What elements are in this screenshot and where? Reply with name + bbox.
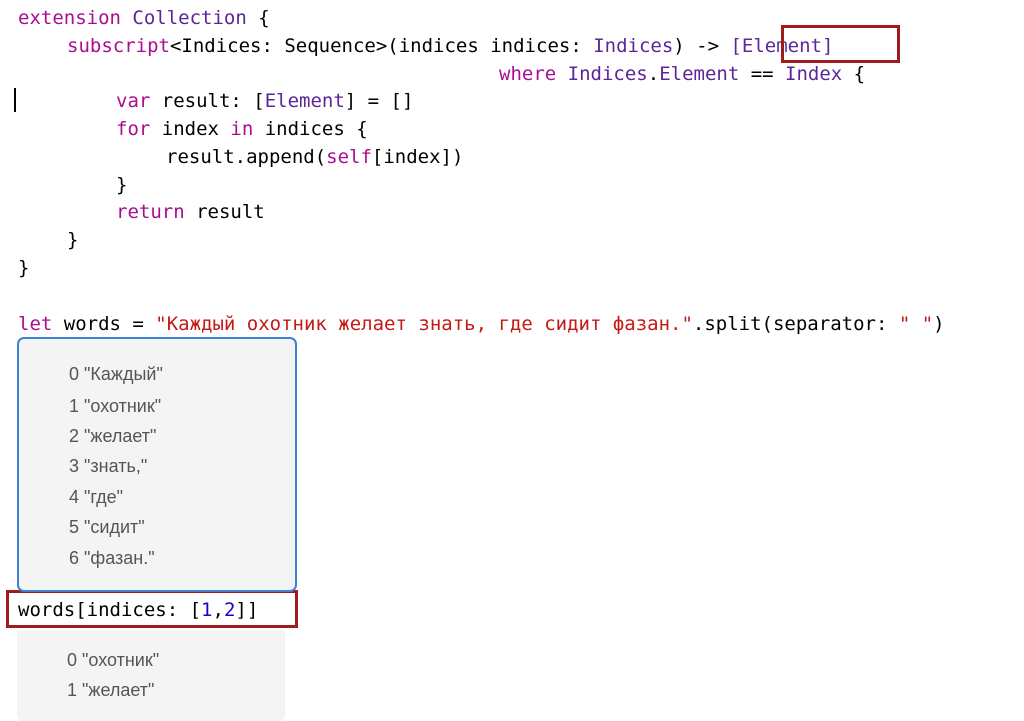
keyword-subscript: subscript bbox=[67, 35, 170, 57]
append-call: result.append( bbox=[166, 146, 327, 168]
code-line-append[interactable]: result.append(self[index]) bbox=[166, 143, 463, 171]
result-item: 0 "охотник" bbox=[67, 650, 160, 670]
var-init: ] = [] bbox=[344, 90, 414, 112]
result-item: 0 "Каждый" bbox=[69, 364, 163, 384]
code-line-return[interactable]: return result bbox=[116, 198, 265, 226]
for-var: index bbox=[150, 118, 231, 140]
split-call: .split(separator: bbox=[692, 313, 899, 335]
string-literal-sentence: "Каждый охотник желает знать, где сидит … bbox=[155, 313, 693, 335]
var-decl: result: [ bbox=[150, 90, 265, 112]
type-element-where: Element bbox=[659, 63, 740, 85]
brace: } bbox=[18, 257, 30, 279]
result-item: 5 "сидит" bbox=[69, 517, 145, 537]
type-index: Index bbox=[785, 63, 843, 85]
result-panel-words[interactable]: 0 "Каждый" 1 "охотник" 2 "желает" 3 "знать,"… bbox=[17, 337, 297, 592]
type-element: Element bbox=[264, 90, 345, 112]
result-item: 3 "знать," bbox=[69, 456, 148, 476]
keyword-let: let bbox=[18, 313, 53, 335]
code-line-var[interactable]: var result: [Element] = [] bbox=[116, 87, 413, 115]
result-item: 1 "охотник" bbox=[69, 396, 162, 416]
type-collection: Collection bbox=[132, 7, 247, 29]
keyword-extension: extension bbox=[18, 7, 121, 29]
result-item: 4 "где" bbox=[69, 487, 124, 507]
brace: } bbox=[67, 229, 79, 251]
keyword-where: where bbox=[499, 63, 557, 85]
result-item: 1 "желает" bbox=[67, 680, 155, 700]
code-line-close-subscript[interactable]: } bbox=[67, 226, 78, 254]
code-line-subscript[interactable]: subscript<Indices: Sequence>(indices ind… bbox=[67, 32, 833, 60]
result-panel-subscript[interactable]: 0 "охотник" 1 "желает" bbox=[17, 630, 285, 721]
brace: { bbox=[842, 63, 866, 85]
keyword-var: var bbox=[116, 90, 151, 112]
keyword-in: in bbox=[230, 118, 254, 140]
code-line-close-extension[interactable]: } bbox=[18, 254, 29, 282]
subscript-generic-params: <Indices: Sequence>(indices indices: bbox=[169, 35, 594, 57]
return-value: result bbox=[184, 201, 265, 223]
for-seq: indices { bbox=[253, 118, 368, 140]
code-line-close-for[interactable]: } bbox=[116, 171, 127, 199]
highlight-box-subscript-call bbox=[6, 590, 298, 628]
brace: } bbox=[116, 174, 128, 196]
code-line-where[interactable]: where Indices.Element == Index { bbox=[499, 60, 865, 88]
result-item: 2 "желает" bbox=[69, 426, 157, 446]
code-line-extension[interactable]: extension Collection { bbox=[18, 4, 270, 32]
code-line-let-words[interactable]: let words = "Каждый охотник желает знать… bbox=[18, 310, 945, 338]
type-indices: Indices bbox=[593, 35, 674, 57]
keyword-return: return bbox=[116, 201, 185, 223]
highlight-box-return-type bbox=[781, 25, 900, 63]
subscript-arrow: ) -> bbox=[673, 35, 731, 57]
text-cursor bbox=[14, 88, 16, 112]
string-literal-separator: " " bbox=[898, 313, 934, 335]
equals-operator: == bbox=[739, 63, 786, 85]
type-indices-where: Indices bbox=[567, 63, 648, 85]
let-decl: words = bbox=[52, 313, 156, 335]
brace: { bbox=[246, 7, 270, 29]
paren: ) bbox=[933, 313, 945, 335]
keyword-self: self bbox=[326, 146, 372, 168]
result-item: 6 "фазан." bbox=[69, 548, 155, 568]
keyword-for: for bbox=[116, 118, 151, 140]
dot: . bbox=[647, 63, 660, 85]
append-args: [index]) bbox=[371, 146, 464, 168]
code-line-for[interactable]: for index in indices { bbox=[116, 115, 368, 143]
